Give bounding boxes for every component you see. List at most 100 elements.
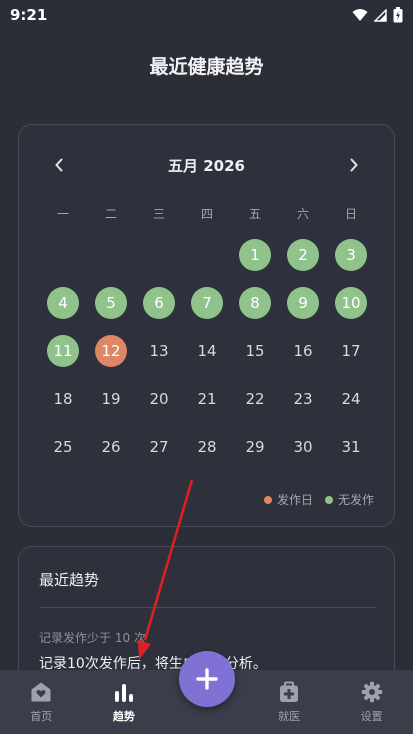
- weekday-label: 一: [56, 207, 69, 221]
- calendar-day-18[interactable]: 18: [39, 375, 87, 423]
- cellular-signal-icon: [374, 8, 387, 22]
- calendar-day-25[interactable]: 25: [39, 423, 87, 471]
- calendar-day-22[interactable]: 22: [231, 375, 279, 423]
- calendar-day-number: 26: [101, 438, 121, 456]
- calendar-day-1[interactable]: 1: [231, 231, 279, 279]
- nav-item-settings[interactable]: 设置: [330, 670, 413, 734]
- calendar-day-6[interactable]: 6: [135, 279, 183, 327]
- calendar-day-27[interactable]: 27: [135, 423, 183, 471]
- calendar-day-14[interactable]: 14: [183, 327, 231, 375]
- calendar-day-20[interactable]: 20: [135, 375, 183, 423]
- calendar-day-15[interactable]: 15: [231, 327, 279, 375]
- calendar-day-31[interactable]: 31: [327, 423, 375, 471]
- battery-charging-icon: [393, 7, 403, 23]
- calendar-day-number: 25: [53, 438, 73, 456]
- calendar-day-26[interactable]: 26: [87, 423, 135, 471]
- calendar-day-4[interactable]: 4: [39, 279, 87, 327]
- calendar-blank-cell: [135, 231, 183, 279]
- calendar-blank-cell: [87, 231, 135, 279]
- calendar-day-number: 5: [95, 287, 127, 319]
- calendar-day-17[interactable]: 17: [327, 327, 375, 375]
- plus-icon: [196, 668, 218, 690]
- calendar-day-number: 16: [293, 342, 313, 360]
- calendar-day-30[interactable]: 30: [279, 423, 327, 471]
- calendar-day-number: 1: [239, 239, 271, 271]
- home-heart-icon: [31, 682, 51, 701]
- calendar-day-13[interactable]: 13: [135, 327, 183, 375]
- calendar-day-number: 20: [149, 390, 169, 408]
- calendar-day-10[interactable]: 10: [327, 279, 375, 327]
- trend-hint: 记录发作少于 10 次: [39, 631, 146, 645]
- calendar-day-number: 9: [287, 287, 319, 319]
- page-title: 最近健康趋势: [149, 56, 264, 78]
- calendar-day-number: 8: [239, 287, 271, 319]
- ok-dot-icon: [324, 495, 333, 504]
- calendar-day-23[interactable]: 23: [279, 375, 327, 423]
- calendar-day-19[interactable]: 19: [87, 375, 135, 423]
- nav-label-medical: 就医: [278, 709, 301, 723]
- previous-month-button[interactable]: [49, 155, 69, 175]
- calendar-day-number: 31: [341, 438, 361, 456]
- trend-title: 最近趋势: [39, 571, 100, 589]
- calendar-day-5[interactable]: 5: [87, 279, 135, 327]
- calendar-header: 五月 2026: [19, 153, 394, 177]
- medical-kit-icon: [280, 681, 299, 702]
- weekday-label: 日: [344, 207, 357, 221]
- calendar-day-29[interactable]: 29: [231, 423, 279, 471]
- calendar-day-number: 30: [293, 438, 313, 456]
- calendar-day-28[interactable]: 28: [183, 423, 231, 471]
- calendar-day-21[interactable]: 21: [183, 375, 231, 423]
- next-month-button[interactable]: [344, 155, 364, 175]
- calendar-day-number: 11: [47, 335, 79, 367]
- calendar-day-11[interactable]: 11: [39, 327, 87, 375]
- calendar-day-number: 10: [335, 287, 367, 319]
- status-time: 9:21: [10, 6, 48, 24]
- calendar-day-9[interactable]: 9: [279, 279, 327, 327]
- calendar-day-number: 7: [191, 287, 223, 319]
- calendar-day-number: 24: [341, 390, 361, 408]
- calendar-day-number: 22: [245, 390, 265, 408]
- calendar-day-number: 18: [53, 390, 73, 408]
- calendar-day-number: 27: [149, 438, 169, 456]
- nav-label-settings: 设置: [360, 709, 383, 723]
- calendar-day-number: 21: [197, 390, 217, 408]
- calendar-day-number: 13: [149, 342, 169, 360]
- chevron-right-icon: [350, 158, 358, 172]
- nav-label-trends: 趋势: [112, 709, 135, 723]
- weekday-label: 六: [296, 207, 309, 221]
- nav-item-home[interactable]: 首页: [0, 670, 83, 734]
- nav-item-trends[interactable]: 趋势: [83, 670, 166, 734]
- calendar-day-number: 19: [101, 390, 121, 408]
- add-record-button[interactable]: [179, 651, 235, 707]
- calendar-day-7[interactable]: 7: [183, 279, 231, 327]
- nav-item-medical[interactable]: 就医: [248, 670, 331, 734]
- calendar-day-24[interactable]: 24: [327, 375, 375, 423]
- calendar-day-8[interactable]: 8: [231, 279, 279, 327]
- calendar-day-12[interactable]: 12: [87, 327, 135, 375]
- legend-ok-label: 无发作: [337, 493, 374, 507]
- status-bar: 9:21: [0, 0, 413, 30]
- calendar-day-3[interactable]: 3: [327, 231, 375, 279]
- calendar-day-number: 17: [341, 342, 361, 360]
- legend-ok: 无发作: [324, 491, 374, 508]
- weekday-label: 二: [104, 207, 117, 221]
- calendar-blank-cell: [39, 231, 87, 279]
- calendar-month-title: 五月 2026: [168, 156, 245, 175]
- calendar-day-number: 6: [143, 287, 175, 319]
- calendar-day-number: 28: [197, 438, 217, 456]
- calendar-day-number: 12: [95, 335, 127, 367]
- calendar-day-16[interactable]: 16: [279, 327, 327, 375]
- calendar-days-grid: 1 2 3 4 5 6 7 8 9 10 11 12 13 14 15 16 17 18 19 20 21 22 23 24 2…: [39, 231, 375, 471]
- calendar-day-number: 23: [293, 390, 313, 408]
- chevron-left-icon: [55, 158, 63, 172]
- weekday-label: 五: [248, 207, 261, 221]
- calendar-day-number: 15: [245, 342, 265, 360]
- calendar-card: 五月 2026 一 二 三 四 五 六 日 1 2 3 4 5 6 7 8 9 10 11 12 13 1…: [18, 124, 395, 527]
- calendar-day-2[interactable]: 2: [279, 231, 327, 279]
- weekday-label: 四: [200, 207, 213, 221]
- divider: [39, 607, 376, 608]
- calendar-day-number: 2: [287, 239, 319, 271]
- legend-attack: 发作日: [263, 491, 313, 508]
- gear-icon: [361, 681, 382, 702]
- calendar-legend: 发作日 无发作: [263, 491, 374, 508]
